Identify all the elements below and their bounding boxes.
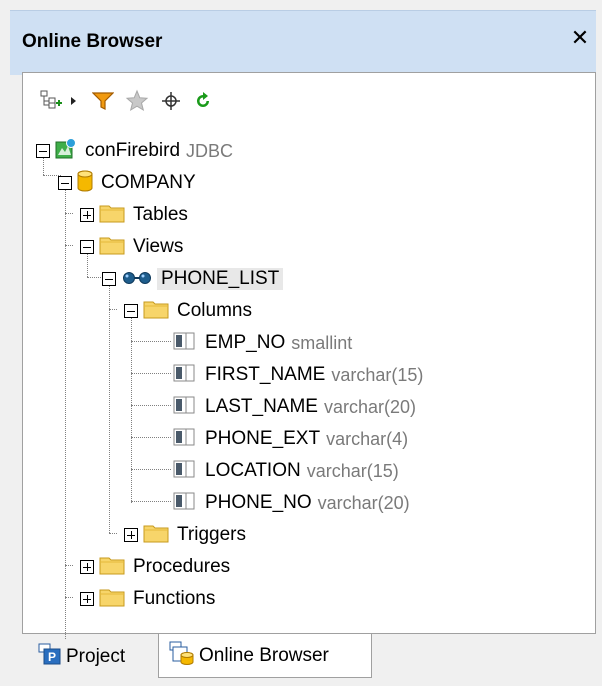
- tree-view: conFirebird JDBC COMPANY Tables Views PH…: [23, 73, 595, 639]
- procedures-label: Procedures: [133, 556, 231, 577]
- tree-node-functions[interactable]: Functions: [99, 585, 215, 613]
- column-type: varchar(20): [323, 396, 417, 417]
- triggers-expand-toggle[interactable]: [124, 528, 138, 542]
- title-bar: Online Browser ✕: [10, 10, 596, 75]
- folder-icon: [99, 587, 125, 611]
- phone-list-collapse-toggle[interactable]: [102, 272, 116, 286]
- column-icon: [173, 363, 197, 387]
- tree-node-connection[interactable]: conFirebird JDBC: [55, 137, 233, 165]
- svg-text:P: P: [48, 650, 56, 664]
- tree-node-procedures[interactable]: Procedures: [99, 553, 230, 581]
- column-name: PHONE_NO: [205, 492, 312, 513]
- connection-collapse-toggle[interactable]: [36, 144, 50, 158]
- column-name: LOCATION: [205, 460, 301, 481]
- tree-node-view-phone-list[interactable]: PHONE_LIST: [121, 265, 284, 293]
- column-icon: [173, 395, 197, 419]
- tables-label: Tables: [133, 204, 188, 225]
- tree-node-tables[interactable]: Tables: [99, 201, 188, 229]
- column-type: varchar(20): [317, 492, 410, 513]
- tab-online-browser-label: Online Browser: [199, 644, 329, 666]
- view-label: PHONE_LIST: [157, 268, 284, 290]
- close-icon[interactable]: ✕: [568, 27, 592, 51]
- column-icon: [173, 459, 197, 483]
- tab-online-browser[interactable]: Online Browser: [158, 634, 372, 678]
- column-icon: [173, 491, 197, 515]
- view-glasses-icon: [121, 270, 153, 289]
- project-icon: P: [38, 643, 62, 671]
- procedures-expand-toggle[interactable]: [80, 560, 94, 574]
- tree-node-column[interactable]: PHONE_NO varchar(20): [173, 489, 410, 517]
- tree-node-column[interactable]: PHONE_EXT varchar(4): [173, 425, 408, 453]
- columns-collapse-toggle[interactable]: [124, 304, 138, 318]
- bottom-tab-bar: P Project Online Browser: [22, 634, 594, 680]
- tree-node-triggers[interactable]: Triggers: [143, 521, 246, 549]
- tree-node-database[interactable]: COMPANY: [77, 169, 196, 197]
- triggers-label: Triggers: [177, 524, 246, 545]
- company-collapse-toggle[interactable]: [58, 176, 72, 190]
- browser-panel: conFirebird JDBC COMPANY Tables Views PH…: [22, 72, 596, 639]
- tables-expand-toggle[interactable]: [80, 208, 94, 222]
- folder-icon: [99, 203, 125, 227]
- folder-icon: [143, 523, 169, 547]
- column-name: EMP_NO: [205, 332, 286, 353]
- tree-node-column[interactable]: LOCATION varchar(15): [173, 457, 399, 485]
- functions-expand-toggle[interactable]: [80, 592, 94, 606]
- column-type: varchar(15): [306, 460, 399, 481]
- window-title: Online Browser: [22, 31, 163, 52]
- column-name: LAST_NAME: [205, 396, 318, 417]
- column-type: varchar(15): [331, 364, 424, 385]
- views-label: Views: [133, 236, 184, 257]
- column-type: smallint: [291, 332, 353, 353]
- connection-icon: [55, 138, 77, 164]
- tree-node-views[interactable]: Views: [99, 233, 183, 261]
- column-icon: [173, 331, 197, 355]
- column-name: PHONE_EXT: [205, 428, 321, 449]
- column-icon: [173, 427, 197, 451]
- functions-label: Functions: [133, 588, 216, 609]
- columns-folder-label: Columns: [177, 300, 252, 321]
- views-collapse-toggle[interactable]: [80, 240, 94, 254]
- tab-project[interactable]: P Project: [28, 638, 146, 676]
- connection-type: JDBC: [186, 140, 234, 161]
- tree-node-columns-folder[interactable]: Columns: [143, 297, 252, 325]
- database-label: COMPANY: [101, 172, 196, 193]
- tree-node-column[interactable]: EMP_NO smallint: [173, 329, 352, 357]
- folder-icon: [99, 555, 125, 579]
- column-type: varchar(4): [326, 428, 409, 449]
- column-name: FIRST_NAME: [205, 364, 326, 385]
- connection-label: conFirebird: [85, 140, 181, 161]
- online-browser-window: Online Browser ✕ conFirebird JDBC COMPAN…: [10, 10, 596, 684]
- tab-project-label: Project: [66, 646, 126, 667]
- folder-icon: [99, 235, 125, 259]
- database-icon: [77, 170, 93, 196]
- tree-node-column[interactable]: LAST_NAME varchar(20): [173, 393, 416, 421]
- tree-node-column[interactable]: FIRST_NAME varchar(15): [173, 361, 423, 389]
- online-browser-icon: [169, 641, 195, 671]
- folder-icon: [143, 299, 169, 323]
